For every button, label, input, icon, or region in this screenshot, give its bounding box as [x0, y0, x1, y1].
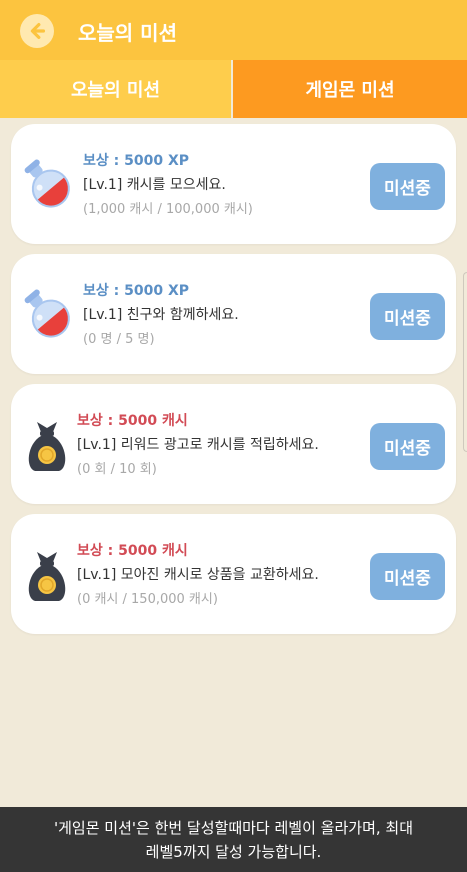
- mission-info: 보상 : 5000 캐시 [Lv.1] 리워드 광고로 캐시를 적립하세요. (…: [77, 412, 357, 479]
- mission-title: [Lv.1] 모아진 캐시로 상품을 교환하세요.: [77, 567, 319, 583]
- mission-list: 보상 : 5000 XP [Lv.1] 캐시를 모으세요. (1,000 캐시 …: [11, 124, 456, 644]
- mission-progress: (1,000 캐시 / 100,000 캐시): [83, 202, 253, 217]
- money-bag-icon: [28, 552, 66, 601]
- mission-reward: 보상 : 5000 캐시: [77, 543, 188, 559]
- mission-status-button[interactable]: 미션중: [370, 553, 445, 600]
- page-title: 오늘의 미션: [78, 21, 177, 45]
- info-banner-line-2: 레벨5까지 달성 가능합니다.: [145, 843, 322, 861]
- mission-card: 보상 : 5000 캐시 [Lv.1] 모아진 캐시로 상품을 교환하세요. (…: [11, 514, 456, 634]
- mission-status-button[interactable]: 미션중: [370, 163, 445, 210]
- potion-icon: [24, 289, 70, 338]
- mission-info: 보상 : 5000 XP [Lv.1] 친구와 함께하세요. (0 명 / 5 …: [83, 282, 363, 349]
- mission-card: 보상 : 5000 캐시 [Lv.1] 리워드 광고로 캐시를 적립하세요. (…: [11, 384, 456, 504]
- mission-reward: 보상 : 5000 XP: [83, 153, 190, 169]
- mission-status-button[interactable]: 미션중: [370, 423, 445, 470]
- tab-today-mission[interactable]: 오늘의 미션: [0, 60, 233, 118]
- mission-title: [Lv.1] 캐시를 모으세요.: [83, 177, 226, 193]
- back-arrow-icon: [30, 22, 46, 40]
- info-banner: '게임몬 미션'은 한번 달성할때마다 레벨이 올라가며, 최대 레벨5까지 달…: [0, 807, 467, 872]
- back-button[interactable]: [20, 14, 54, 48]
- mission-info: 보상 : 5000 XP [Lv.1] 캐시를 모으세요. (1,000 캐시 …: [83, 152, 363, 219]
- info-banner-line-1: '게임몬 미션'은 한번 달성할때마다 레벨이 올라가며, 최대: [53, 819, 414, 837]
- tab-bar: 오늘의 미션 게임몬 미션: [0, 60, 467, 118]
- money-bag-icon: [28, 422, 66, 471]
- potion-icon: [24, 159, 70, 208]
- mission-progress: (0 회 / 10 회): [77, 462, 157, 477]
- mission-card: 보상 : 5000 XP [Lv.1] 친구와 함께하세요. (0 명 / 5 …: [11, 254, 456, 374]
- mission-title: [Lv.1] 리워드 광고로 캐시를 적립하세요.: [77, 437, 319, 453]
- edge-panel-handle[interactable]: [463, 272, 467, 452]
- mission-info: 보상 : 5000 캐시 [Lv.1] 모아진 캐시로 상품을 교환하세요. (…: [77, 542, 357, 609]
- mission-progress: (0 명 / 5 명): [83, 332, 155, 347]
- mission-title: [Lv.1] 친구와 함께하세요.: [83, 307, 239, 323]
- mission-card: 보상 : 5000 XP [Lv.1] 캐시를 모으세요. (1,000 캐시 …: [11, 124, 456, 244]
- tab-gamemon-mission[interactable]: 게임몬 미션: [233, 60, 467, 118]
- mission-reward: 보상 : 5000 캐시: [77, 413, 188, 429]
- mission-status-button[interactable]: 미션중: [370, 293, 445, 340]
- mission-progress: (0 캐시 / 150,000 캐시): [77, 592, 218, 607]
- app-header: 오늘의 미션: [0, 0, 467, 60]
- mission-reward: 보상 : 5000 XP: [83, 283, 190, 299]
